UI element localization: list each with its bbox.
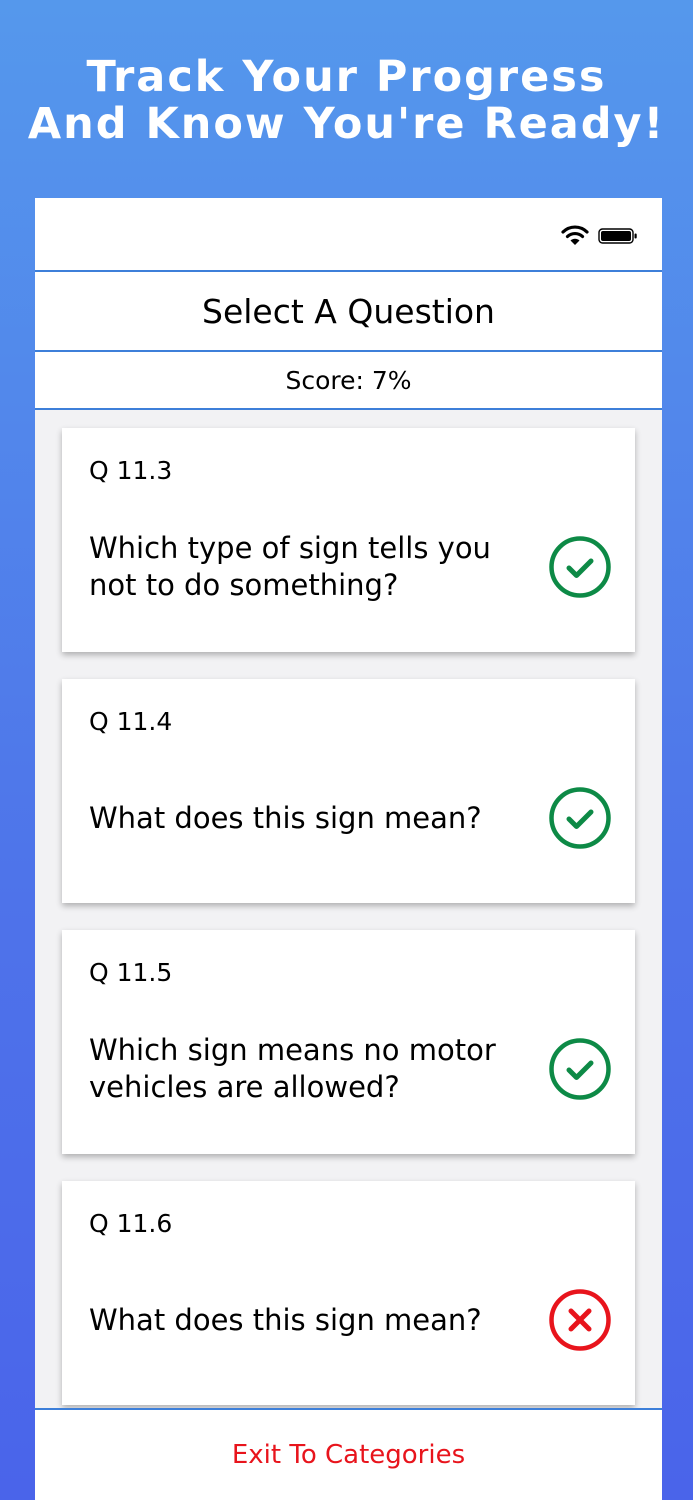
- check-circle-icon: [549, 536, 611, 598]
- question-text: Which sign means no motor vehicles are a…: [89, 1032, 519, 1106]
- question-text-line: What does this sign mean?: [89, 801, 482, 835]
- question-card-11-6[interactable]: Q 11.6 What does this sign mean?: [62, 1181, 635, 1405]
- question-card-11-3[interactable]: Q 11.3 Which type of sign tells you not …: [62, 428, 635, 652]
- question-text-line: not to do something?: [89, 568, 399, 602]
- page-title-text: Select A Question: [202, 291, 495, 331]
- question-text: What does this sign mean?: [89, 1302, 519, 1339]
- exit-to-categories-button[interactable]: Exit To Categories: [232, 1440, 465, 1470]
- wifi-icon: [561, 225, 589, 245]
- check-circle-icon: [549, 1038, 611, 1100]
- question-text-line: vehicles are allowed?: [89, 1070, 400, 1104]
- question-card-11-4[interactable]: Q 11.4 What does this sign mean?: [62, 679, 635, 903]
- battery-icon: [598, 228, 637, 244]
- question-text: What does this sign mean?: [89, 800, 519, 837]
- question-text-line: What does this sign mean?: [89, 1303, 482, 1337]
- footer-bar: Exit To Categories: [35, 1408, 662, 1500]
- promo-headline-line2: And Know You're Ready!: [27, 99, 666, 149]
- question-number: Q 11.4: [89, 707, 173, 736]
- question-number: Q 11.6: [89, 1209, 173, 1238]
- phone-screen: Select A Question Score: 7% Q 11.3 Which…: [35, 198, 662, 1500]
- x-circle-icon: [549, 1289, 611, 1351]
- question-number: Q 11.5: [89, 958, 173, 987]
- question-list[interactable]: Q 11.3 Which type of sign tells you not …: [35, 412, 662, 1408]
- score-text: Score: 7%: [285, 365, 412, 395]
- question-text: Which type of sign tells you not to do s…: [89, 530, 519, 604]
- question-text-line: Which type of sign tells you: [89, 531, 491, 565]
- score-bar: Score: 7%: [35, 352, 662, 410]
- question-text-line: Which sign means no motor: [89, 1033, 496, 1067]
- check-circle-icon: [549, 787, 611, 849]
- promo-headline: Track Your Progress And Know You're Read…: [0, 54, 693, 148]
- question-card-11-5[interactable]: Q 11.5 Which sign means no motor vehicle…: [62, 930, 635, 1154]
- promo-headline-line1: Track Your Progress: [86, 52, 607, 102]
- question-number: Q 11.3: [89, 456, 173, 485]
- status-bar: [35, 198, 662, 272]
- page-title: Select A Question: [35, 272, 662, 352]
